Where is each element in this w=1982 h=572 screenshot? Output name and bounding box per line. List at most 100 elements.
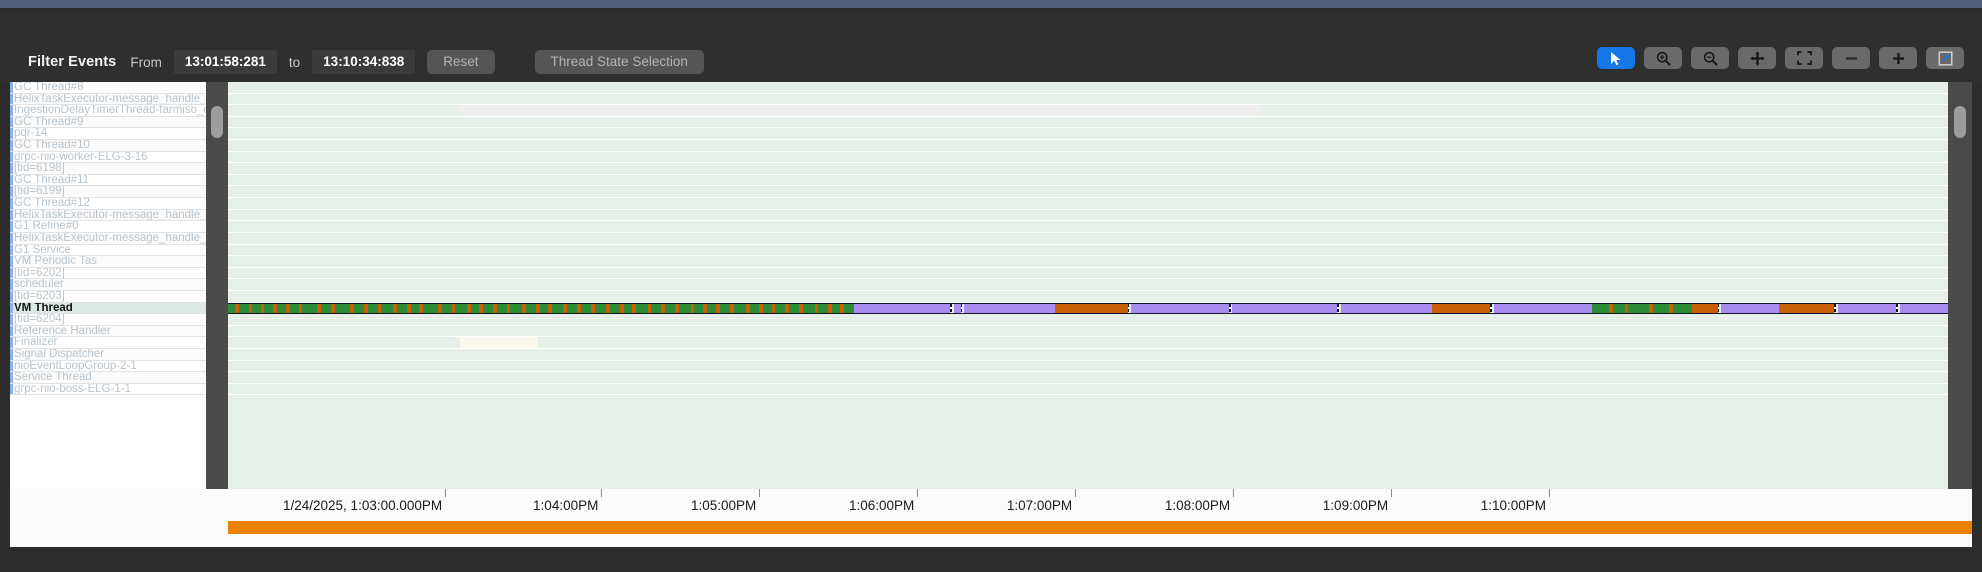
zoom-out-icon[interactable] [1691,47,1729,69]
thread-row-marker [10,268,13,279]
thread-row-marker [10,117,13,128]
thread-label-text: VM Periodic Tas [14,256,97,268]
gc-tick-mark [577,304,581,314]
thread-timeline-row[interactable] [228,349,1948,361]
window-titlebar [0,0,1982,8]
thread-label-text: Signal Dispatcher [14,349,104,361]
thread-label-row[interactable]: [tid=6204] [10,314,206,326]
thread-timeline-row[interactable] [228,186,1948,198]
thread-row-marker [10,175,13,186]
thread-label-text: scheduler [14,279,64,291]
thread-label-row[interactable]: G1 Refine#0 [10,221,206,233]
thread-label-row[interactable]: HelixTaskExecutor-message_handle_STA [10,94,206,106]
open-external-icon[interactable] [1926,47,1964,69]
gc-tick-mark [815,304,819,314]
thread-timeline-row[interactable] [228,245,1948,257]
thread-label-row[interactable]: grpc-nio-boss-ELG-1-1 [10,384,206,396]
gc-tick-mark [661,304,665,314]
gc-tick-mark [438,304,442,314]
thread-timeline-row[interactable] [228,361,1948,373]
thread-label-row[interactable]: GC Thread#12 [10,198,206,210]
thread-label-row[interactable]: [tid=6202] [10,268,206,280]
axis-tick-mark [601,489,602,497]
plus-icon[interactable] [1879,47,1917,69]
thread-timeline-row[interactable] [228,326,1948,338]
state-divider [1490,304,1492,314]
thread-timeline-row[interactable] [228,314,1948,326]
thread-timeline-row[interactable] [228,175,1948,187]
timeline-chart[interactable] [228,82,1948,489]
reset-button[interactable]: Reset [427,50,494,74]
toolbar-icon-group [1597,47,1964,69]
thread-label-row[interactable]: HelixTaskExecutor-message_handle_STA [10,233,206,245]
thread-label-text: [tid=6202] [14,268,65,280]
thread-label-text: Finalizer [14,337,57,349]
to-time-input[interactable]: 13:10:34:838 [312,50,415,74]
thread-label-row[interactable]: Signal Dispatcher [10,349,206,361]
thread-label-row[interactable]: scheduler [10,279,206,291]
thread-label-row[interactable]: GC Thread#11 [10,175,206,187]
thread-label-row[interactable]: nioEventLoopGroup-2-1 [10,361,206,373]
selected-range-bar[interactable] [228,521,1972,534]
thread-timeline-row[interactable] [228,198,1948,210]
from-time-input[interactable]: 13:01:58:281 [174,50,277,74]
state-segment-waiting [1341,304,1432,314]
thread-label-list[interactable]: GC Thread#8HelixTaskExecutor-message_han… [10,82,206,489]
axis-tick-label: 1:10:00PM [1481,498,1549,513]
thread-timeline-row[interactable] [228,384,1948,396]
thread-timeline-row[interactable] [228,128,1948,140]
thread-timeline-row[interactable] [228,291,1948,303]
axis-track[interactable]: 1/24/2025, 1:03:00.000PM1:04:00PM1:05:00… [217,489,1972,547]
thread-label-row[interactable]: VM Periodic Tas [10,256,206,268]
state-divider [1718,304,1720,314]
thread-label-row[interactable]: [tid=6203] [10,291,206,303]
thread-label-row[interactable]: GC Thread#10 [10,140,206,152]
thread-timeline-row[interactable] [228,233,1948,245]
thread-label-row[interactable]: Finalizer [10,337,206,349]
labels-vertical-scrollbar[interactable] [206,82,228,489]
thread-label-row[interactable]: GC Thread#9 [10,117,206,129]
thread-timeline-row[interactable] [228,163,1948,175]
thread-timeline-row[interactable] [228,221,1948,233]
thread-timeline-row[interactable] [228,279,1948,291]
fit-to-screen-icon[interactable] [1785,47,1823,69]
thread-label-row[interactable]: VM Thread [10,303,206,315]
pan-move-icon[interactable] [1738,47,1776,69]
thread-label-row[interactable]: grpc-nio-worker-ELG-3-16 [10,152,206,164]
thread-label-row[interactable]: HelixTaskExecutor-message_handle_STA [10,210,206,222]
zoom-in-icon[interactable] [1644,47,1682,69]
cursor-select-icon[interactable] [1597,47,1635,69]
thread-label-row[interactable]: [tid=6198] [10,163,206,175]
gc-tick-mark [632,304,636,314]
thread-label-row[interactable]: GC Thread#8 [10,82,206,94]
minus-icon[interactable] [1832,47,1870,69]
labels-scrollbar-thumb[interactable] [211,106,223,138]
thread-label-row[interactable]: Reference Handler [10,326,206,338]
thread-timeline-row[interactable] [228,256,1948,268]
thread-label-row[interactable]: [tid=6199] [10,186,206,198]
thread-label-text: [tid=6204] [14,314,65,326]
thread-timeline-row[interactable] [228,210,1948,222]
thread-row-marker [10,337,13,348]
thread-label-row[interactable]: pqr-14 [10,128,206,140]
thread-timeline-row[interactable] [228,94,1948,106]
thread-state-band-row[interactable] [228,303,1948,315]
chart-vertical-scrollbar[interactable] [1948,82,1972,489]
thread-timeline-row[interactable] [228,105,1948,117]
thread-label-row[interactable]: IngestionDelayTimerThread-farmiso_eve [10,105,206,117]
thread-timeline-row[interactable] [228,372,1948,384]
thread-label-row[interactable]: G1 Service [10,245,206,257]
chart-scrollbar-thumb[interactable] [1954,106,1966,138]
thread-timeline-row[interactable] [228,337,1948,349]
thread-timeline-row[interactable] [228,140,1948,152]
gc-tick-mark [1649,304,1653,314]
thread-state-selection-button[interactable]: Thread State Selection [535,50,704,74]
thread-timeline-row[interactable] [228,268,1948,280]
thread-label-row[interactable]: Service Thread [10,372,206,384]
thread-timeline-row[interactable] [228,82,1948,94]
thread-timeline-row[interactable] [228,152,1948,164]
thread-row-marker [10,245,13,256]
thread-row-marker [10,279,13,290]
gc-tick-mark [730,304,734,314]
thread-timeline-row[interactable] [228,117,1948,129]
